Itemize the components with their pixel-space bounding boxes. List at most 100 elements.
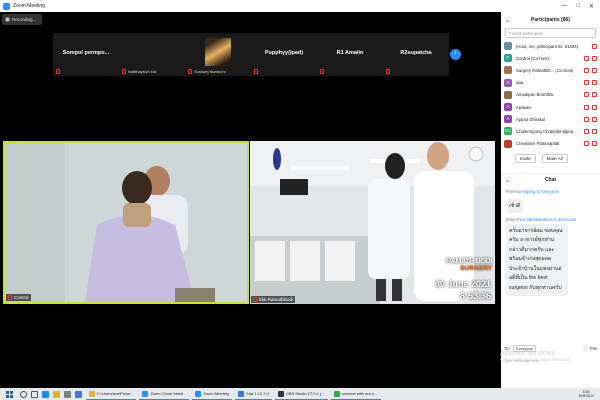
file-button[interactable]: 📄 File	[583, 346, 597, 352]
participant-row[interactable]: (Host, me, participant ID: 21834)	[501, 40, 600, 52]
avatar	[504, 42, 512, 51]
clock-date: 30/6/2021	[578, 394, 594, 398]
video-off-icon	[592, 116, 597, 122]
participants-title: Participants (86)	[531, 17, 570, 23]
video-label: Control	[6, 294, 31, 301]
participant-thumbnail[interactable]: Sompol permpo...	[53, 33, 119, 76]
chat-sender[interactable]: Limegang	[517, 189, 535, 194]
video-label-text: Ekk Ramathibodi	[259, 297, 294, 302]
thumbnail-name: R1 Amalin	[336, 50, 364, 56]
participant-row[interactable]: A Apawee	[501, 101, 600, 113]
participant-thumbnail[interactable]: R2supatcha	[383, 33, 449, 76]
avatar: C	[504, 54, 512, 63]
thumbnail-strip: Sompol permpo... Naitthaysich kla Surawe…	[53, 33, 449, 76]
video-time: 8:53:36	[459, 291, 491, 301]
app-icon	[238, 390, 245, 397]
thumbnail-subname: Surawej Numhom	[194, 69, 226, 74]
participant-name: Chewinter Pattanapitat	[516, 141, 560, 147]
activate-windows-watermark: Activate Windows Go to Settings to activ…	[500, 350, 572, 362]
window-controls: — □ ✕	[561, 3, 594, 10]
store-icon[interactable]	[64, 390, 71, 398]
participants-header: ⌄ Participants (86)	[501, 12, 600, 28]
mic-off-icon	[386, 69, 390, 74]
mic-off-icon	[122, 69, 126, 74]
video-off-icon	[592, 55, 597, 61]
chat-message-meta: From Pisa Samakkarlove to Everyone	[506, 216, 577, 222]
window-title: Zoom Meeting	[13, 3, 45, 9]
avatar	[504, 66, 512, 75]
mail-icon[interactable]	[75, 390, 82, 398]
brand-overlay: RAMATHIBODI SURGERY	[430, 258, 492, 272]
system-clock[interactable]: 8:53 30/6/2021	[578, 390, 594, 399]
obs-icon	[277, 390, 284, 397]
avatar: A	[504, 103, 512, 112]
thumbnail-name: Pupphyy(ipad)	[264, 50, 304, 56]
participant-actions: Invite Mute All	[501, 150, 600, 167]
participant-thumbnail[interactable]: Pupphyy(ipad)	[251, 33, 317, 76]
taskbar-app[interactable]: OBS Studio 27.0.1 (...	[274, 388, 328, 400]
recording-indicator[interactable]: Recording...	[2, 14, 42, 25]
participant-row[interactable]: C Control (Co-host)	[501, 52, 600, 64]
task-view-icon[interactable]	[31, 390, 38, 398]
participant-row[interactable]: Surgery Ramathib... (Co-host)	[501, 64, 600, 76]
participant-search-input[interactable]: Find a participant	[505, 28, 596, 38]
participant-name: Apiput Dhirakul	[516, 116, 546, 122]
mic-off-icon	[254, 69, 258, 74]
mic-off-icon	[584, 80, 589, 86]
video-control[interactable]: Control	[3, 141, 249, 304]
mic-off-icon	[584, 92, 589, 98]
participant-name: Apawee	[516, 104, 532, 110]
search-icon[interactable]	[20, 390, 27, 398]
chrome-icon	[333, 390, 340, 397]
video-off-icon	[592, 80, 597, 86]
invite-button[interactable]: Invite	[515, 153, 536, 163]
next-page-button[interactable]: ›	[450, 49, 461, 60]
thumbnail-name: Sompol permpo...	[62, 50, 110, 56]
participant-thumbnail[interactable]: R1 Amalin	[317, 33, 383, 76]
avatar	[504, 139, 512, 148]
collapse-chevron-icon[interactable]: ⌄	[505, 17, 510, 24]
zoom-icon	[142, 390, 149, 397]
brand-surgery: SURGERY	[460, 265, 492, 272]
close-icon[interactable]: ✕	[589, 3, 594, 10]
taskbar-app[interactable]: Stat 1.12.7.0	[235, 388, 272, 400]
chat-sender[interactable]: Pisa Samakkarlove	[517, 217, 553, 222]
taskbar-app[interactable]: Zoom Cloud Meeti...	[139, 388, 190, 400]
chat-recipient[interactable]: to Everyone	[554, 217, 576, 222]
mic-off-icon	[592, 43, 597, 49]
taskbar-app[interactable]: connect with out a ...	[330, 388, 382, 400]
mic-off-icon	[56, 69, 60, 74]
participant-row[interactable]: A Apiput Dhirakul	[501, 113, 600, 125]
participant-row[interactable]: Chewinter Pattanapitat	[501, 138, 600, 150]
video-off-icon	[592, 92, 597, 98]
video-ekk-ramathibodi[interactable]: RAMATHIBODI SURGERY 30 June 2021 8:53:36…	[250, 141, 495, 304]
folder-icon	[89, 390, 95, 397]
participant-thumbnail[interactable]: Surawej Numhom	[185, 33, 251, 76]
folder-icon[interactable]	[53, 390, 60, 398]
participant-row[interactable]: CC Chalermpong Chatdokmaiprai	[501, 125, 600, 137]
mute-all-button[interactable]: Mute All	[541, 153, 568, 163]
mic-off-icon	[584, 67, 589, 73]
chat-recipient[interactable]: to Everyone	[537, 189, 559, 194]
taskbar-app[interactable]: C:\Users\km\Pictur...	[86, 388, 137, 400]
video-off-icon	[592, 128, 597, 134]
windows-start-icon[interactable]	[4, 389, 14, 399]
taskbar-app[interactable]: Zoom Meeting	[192, 388, 233, 400]
participant-thumbnail[interactable]: Naitthaysich kla	[119, 33, 185, 76]
brand-ramathibodi: RAMATHIBODI	[446, 258, 492, 265]
avatar: A	[504, 78, 512, 87]
collapse-chevron-icon[interactable]: ⌄	[505, 177, 510, 184]
participant-name: aaa	[516, 80, 524, 86]
minimize-icon[interactable]: —	[561, 3, 567, 10]
mic-off-icon	[584, 55, 589, 61]
chat-message: ครับอาจารย์ผม ขอบคุณครับ อาจารย์ทุกท่านก…	[506, 223, 568, 297]
participant-row[interactable]: Ampaipan Boonthai	[501, 89, 600, 101]
participant-name: Ampaipan Boonthai	[516, 92, 554, 98]
maximize-icon[interactable]: □	[576, 3, 580, 10]
mic-off-icon	[188, 69, 192, 74]
participant-row[interactable]: A aaa	[501, 77, 600, 89]
mic-off-icon	[8, 295, 12, 300]
taskbar: C:\Users\km\Pictur... Zoom Cloud Meeti..…	[0, 388, 600, 400]
browser-icon[interactable]	[42, 390, 49, 398]
video-label: Ekk Ramathibodi	[251, 296, 296, 303]
